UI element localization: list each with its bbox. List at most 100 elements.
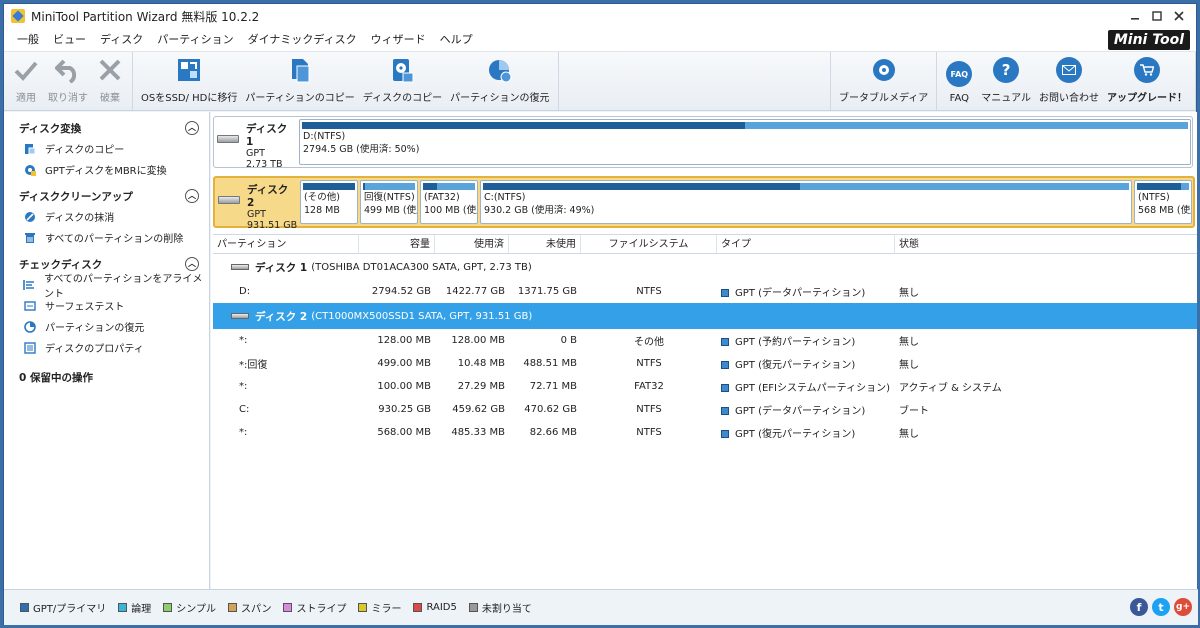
sidebar-item-wipe-disk[interactable]: ディスクの抹消 (4, 206, 209, 227)
close-button[interactable] (1168, 4, 1190, 28)
menu-disk[interactable]: ディスク (93, 28, 150, 52)
faq-icon: FAQ (945, 60, 973, 88)
disk1-row[interactable]: ディスク 1 (TOSHIBA DT01ACA300 SATA, GPT, 2.… (213, 254, 1197, 280)
disk1-size: 2.73 TB (246, 159, 283, 170)
sidebar-item-partition-recovery[interactable]: パーティションの復元 (4, 316, 209, 337)
disk1-row-desc: (TOSHIBA DT01ACA300 SATA, GPT, 2.73 TB) (311, 261, 532, 273)
collapse-up-icon[interactable]: ︿ (185, 189, 199, 203)
envelope-icon (1055, 56, 1083, 84)
legend-swatch-icon (163, 603, 173, 612)
manual-button[interactable]: ? マニュアル (977, 52, 1035, 110)
discard-x-icon (96, 56, 124, 84)
minimize-button[interactable] (1124, 4, 1146, 28)
section-disk-convert-header[interactable]: ディスク変換 ︿ (4, 118, 209, 138)
column-header-capacity[interactable]: 容量 (359, 235, 435, 253)
column-header-status[interactable]: 状態 (895, 235, 1197, 253)
menu-wizard[interactable]: ウィザード (364, 28, 433, 52)
menu-dynamic-disk[interactable]: ダイナミックディスク (241, 28, 364, 52)
question-mark-icon: ? (992, 56, 1020, 84)
sidebar-item-label: ディスクのコピー (45, 145, 125, 156)
section-title: ディスククリーンアップ (19, 190, 133, 203)
maximize-button[interactable] (1146, 4, 1168, 28)
recover-partition-button[interactable]: パーティションの復元 (446, 52, 553, 110)
cell-filesystem: NTFS (636, 427, 662, 438)
cell-used: 485.33 MB (451, 427, 505, 438)
partition-block-d[interactable]: D:(NTFS) 2794.5 GB (使用済: 50%) (299, 119, 1191, 165)
sidebar-item-disk-properties[interactable]: ディスクのプロパティ (4, 337, 209, 358)
cell-status: 無し (899, 288, 919, 299)
undo-label: 取り消す (48, 93, 88, 104)
table-row[interactable]: *: 100.00 MB 27.29 MB 72.71 MB FAT32 GPT… (213, 375, 1197, 398)
menu-general[interactable]: 一般 (10, 28, 46, 52)
cell-type: GPT (予約パーティション) (735, 337, 856, 348)
table-row[interactable]: *: 128.00 MB 128.00 MB 0 B その他 GPT (予約パー… (213, 329, 1197, 352)
disk1-row-label: ディスク 1 (255, 261, 308, 274)
google-plus-icon[interactable]: g+ (1174, 598, 1192, 616)
menu-help[interactable]: ヘルプ (433, 28, 480, 52)
copy-partition-button[interactable]: パーティションのコピー (241, 52, 358, 110)
undo-button[interactable]: 取り消す (44, 52, 92, 110)
contact-button[interactable]: お問い合わせ (1035, 52, 1103, 110)
window-title: MiniTool Partition Wizard 無料版 10.2.2 (31, 9, 260, 24)
legend-swatch-icon (283, 603, 293, 612)
section-title: ディスク変換 (19, 122, 82, 135)
collapse-up-icon[interactable]: ︿ (185, 121, 199, 135)
column-header-used[interactable]: 使用済 (435, 235, 509, 253)
table-row[interactable]: D: 2794.52 GB 1422.77 GB 1371.75 GB NTFS… (213, 280, 1197, 303)
menu-view[interactable]: ビュー (46, 28, 93, 52)
cell-status: アクティブ & システム (899, 383, 1002, 394)
disk2-row[interactable]: ディスク 2 (CT1000MX500SSD1 SATA, GPT, 931.5… (213, 303, 1197, 329)
table-row[interactable]: *: 568.00 MB 485.33 MB 82.66 MB NTFS GPT… (213, 421, 1197, 444)
partition-size: 499 MB (使用 (364, 205, 417, 216)
cell-status: 無し (899, 337, 919, 348)
menu-partition[interactable]: パーティション (150, 28, 240, 52)
trash-icon (23, 231, 36, 244)
column-header-type[interactable]: タイプ (717, 235, 895, 253)
undo-arrow-icon (54, 56, 82, 84)
bootable-media-button[interactable]: ブータブルメディア (835, 52, 932, 110)
sidebar-item-copy-disk[interactable]: ディスクのコピー (4, 138, 209, 159)
apply-button[interactable]: 適用 (8, 52, 44, 110)
facebook-icon[interactable]: f (1130, 598, 1148, 616)
faq-button[interactable]: FAQ FAQ (941, 52, 977, 110)
sidebar-item-label: すべてのパーティションをアライメント (44, 273, 203, 300)
partition-block-efi[interactable]: (FAT32) 100 MB (使用 (420, 180, 478, 224)
disk-map-disk2[interactable]: ディスク 2 GPT 931.51 GB (その他) 128 MB 回復(NTF… (213, 176, 1195, 231)
surface-test-icon (23, 299, 36, 312)
copy-disk-small-icon (23, 142, 36, 155)
cell-partition: *:回復 (239, 360, 268, 371)
table-row[interactable]: *:回復 499.00 MB 10.48 MB 488.51 MB NTFS G… (213, 352, 1197, 375)
partition-block-recovery[interactable]: 回復(NTFS) 499 MB (使用 (360, 180, 418, 224)
hard-drive-icon (217, 135, 239, 143)
column-header-filesystem[interactable]: ファイルシステム (581, 235, 717, 253)
cell-partition: *: (239, 427, 248, 438)
usage-bar (1137, 183, 1189, 190)
sidebar-item-align-partitions[interactable]: すべてのパーティションをアライメント (4, 274, 209, 300)
partition-block-c[interactable]: C:(NTFS) 930.2 GB (使用済: 49%) (480, 180, 1132, 224)
column-header-unused[interactable]: 未使用 (509, 235, 581, 253)
sidebar-item-label: サーフェステスト (45, 302, 125, 313)
contact-label: お問い合わせ (1039, 93, 1099, 104)
partition-title: D:(NTFS) (303, 131, 346, 142)
cell-partition: *: (239, 335, 248, 346)
discard-button[interactable]: 破棄 (92, 52, 128, 110)
migrate-os-button[interactable]: OSをSSD/ HDに移行 (137, 52, 241, 110)
upgrade-button[interactable]: アップグレード！ (1103, 52, 1191, 110)
usage-fill (423, 183, 438, 190)
cell-filesystem: NTFS (636, 358, 662, 369)
bootable-media-label: ブータブルメディア (838, 93, 929, 104)
column-header-partition[interactable]: パーティション (213, 235, 359, 253)
twitter-icon[interactable]: t (1152, 598, 1170, 616)
legend-label: スパン (240, 604, 272, 615)
sidebar-item-delete-all-partitions[interactable]: すべてのパーティションの削除 (4, 227, 209, 248)
table-row[interactable]: C: 930.25 GB 459.62 GB 470.62 GB NTFS GP… (213, 398, 1197, 421)
copy-disk-button[interactable]: ディスクのコピー (359, 52, 446, 110)
section-disk-cleanup-header[interactable]: ディスククリーンアップ ︿ (4, 186, 209, 206)
disk2-type: GPT (247, 209, 266, 220)
partition-block-other[interactable]: (その他) 128 MB (300, 180, 358, 224)
properties-icon (23, 341, 36, 354)
disk-map-disk1[interactable]: ディスク 1 GPT 2.73 TB D:(NTFS) 2794.5 GB (使… (213, 116, 1193, 170)
partition-block-ntfs-recovery[interactable]: (NTFS) 568 MB (使用 (1134, 180, 1192, 224)
legend-item: スパン (227, 600, 272, 615)
sidebar-item-gpt-to-mbr[interactable]: GPTディスクをMBRに変換 (4, 159, 209, 180)
